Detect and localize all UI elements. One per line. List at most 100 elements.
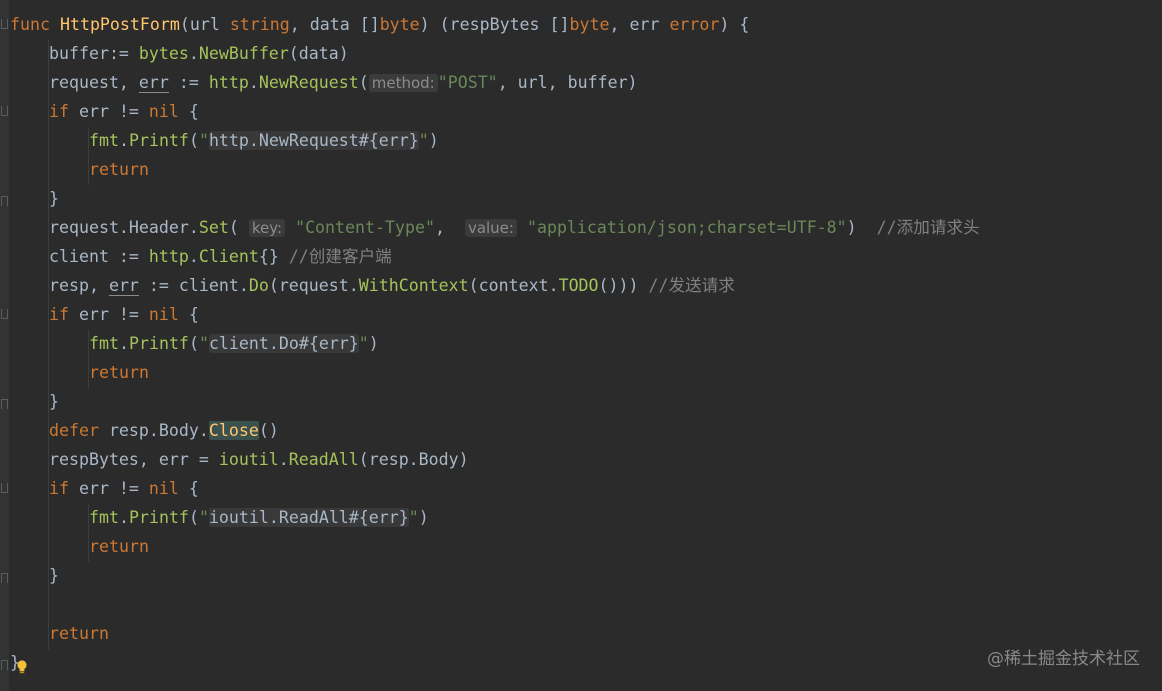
- code-text: .: [278, 450, 289, 469]
- package-name: http: [208, 73, 249, 92]
- code-line-20[interactable]: }: [49, 561, 59, 590]
- fold-marker[interactable]: [1, 660, 8, 670]
- code-text: buffer:=: [49, 44, 139, 63]
- fold-marker[interactable]: [1, 399, 8, 409]
- keyword: return: [89, 537, 149, 556]
- function-call: Printf: [128, 508, 189, 527]
- code-text: err !=: [68, 102, 149, 121]
- function-call: NewRequest: [258, 73, 359, 92]
- code-text: .: [188, 44, 199, 63]
- code-text: {: [178, 305, 199, 324]
- variable-err: err: [138, 73, 169, 93]
- code-line-6[interactable]: return: [89, 155, 149, 184]
- function-call: ReadAll: [288, 450, 359, 469]
- template-string: client.Do#{err}: [208, 334, 359, 353]
- code-editor[interactable]: func HttpPostForm(url string, data []byt…: [0, 0, 1162, 691]
- code-line-12[interactable]: fmt.Printf("client.Do#{err}"): [89, 329, 379, 358]
- string-quote: ": [198, 334, 209, 353]
- fold-marker[interactable]: [1, 106, 8, 116]
- package-name: fmt: [89, 131, 119, 150]
- code-text: ): [428, 131, 439, 150]
- keyword: defer: [49, 421, 99, 440]
- code-text: , url, buffer): [497, 73, 638, 92]
- code-text: ) {: [719, 15, 750, 34]
- keyword: func: [10, 15, 50, 34]
- package-name: fmt: [89, 508, 119, 527]
- code-line-2[interactable]: buffer:= bytes.NewBuffer(data): [49, 39, 349, 68]
- package-name: ioutil: [218, 450, 279, 469]
- code-line-9[interactable]: client := http.Client{} //创建客户端: [49, 242, 392, 271]
- function-call: Set: [198, 218, 229, 237]
- code-text: .: [248, 73, 259, 92]
- code-text: (: [228, 218, 239, 237]
- code-text: .: [118, 508, 129, 527]
- type-name: byte: [379, 15, 420, 34]
- keyword: if: [49, 305, 69, 324]
- keyword: nil: [148, 479, 179, 498]
- function-call: NewBuffer: [198, 44, 289, 63]
- code-line-5[interactable]: fmt.Printf("http.NewRequest#{err}"): [89, 126, 439, 155]
- code-line-14[interactable]: }: [49, 387, 59, 416]
- fold-marker[interactable]: [1, 483, 8, 493]
- code-text: {: [178, 479, 199, 498]
- type-name: error: [669, 15, 720, 34]
- code-line-8[interactable]: request.Header.Set( key: "Content-Type",…: [49, 213, 980, 242]
- code-comment: //创建客户端: [288, 247, 392, 266]
- code-line-22[interactable]: return: [49, 619, 109, 648]
- keyword: return: [89, 160, 149, 179]
- function-call: TODO: [558, 276, 599, 295]
- code-text: := client.: [138, 276, 249, 295]
- code-text: (): [258, 421, 279, 440]
- keyword: if: [49, 479, 69, 498]
- parameter-hint: method:: [368, 74, 438, 92]
- package-name: http: [148, 247, 189, 266]
- code-text: .: [118, 131, 129, 150]
- keyword: if: [49, 102, 69, 121]
- code-text: (: [188, 334, 199, 353]
- type-name: byte: [569, 15, 610, 34]
- code-text: client :=: [49, 247, 149, 266]
- string-literal: "Content-Type": [295, 218, 435, 237]
- code-text: (resp.Body): [358, 450, 469, 469]
- code-text: ())): [598, 276, 649, 295]
- code-text: (: [188, 131, 199, 150]
- indent-guide: [48, 40, 49, 650]
- code-text: {}: [258, 247, 289, 266]
- code-line-16[interactable]: respBytes, err = ioutil.ReadAll(resp.Bod…: [49, 445, 469, 474]
- fold-marker[interactable]: [1, 573, 8, 583]
- code-line-17[interactable]: if err != nil {: [49, 474, 199, 503]
- keyword: return: [89, 363, 149, 382]
- code-text: (data): [288, 44, 349, 63]
- code-text: (context.: [468, 276, 559, 295]
- lightbulb-icon[interactable]: [16, 660, 28, 674]
- fold-marker[interactable]: [1, 309, 8, 319]
- code-line-10[interactable]: resp, err := client.Do(request.WithConte…: [49, 271, 735, 300]
- string-literal: "POST": [437, 73, 498, 92]
- code-line-3[interactable]: request, err := http.NewRequest(method: "…: [49, 68, 638, 97]
- code-line-7[interactable]: }: [49, 184, 59, 213]
- code-text: ): [418, 508, 429, 527]
- fold-marker[interactable]: [1, 19, 8, 29]
- parameter-hint: value:: [464, 219, 517, 237]
- fold-marker[interactable]: [1, 196, 8, 206]
- code-text: ): [846, 218, 857, 237]
- code-text: ) (respBytes []: [419, 15, 570, 34]
- string-quote: ": [358, 334, 369, 353]
- code-text: (: [358, 73, 369, 92]
- code-text: }: [49, 189, 59, 208]
- code-text: err !=: [68, 479, 149, 498]
- function-call: WithContext: [358, 276, 469, 295]
- function-name: HttpPostForm: [59, 15, 180, 34]
- keyword: nil: [148, 305, 179, 324]
- code-line-19[interactable]: return: [89, 532, 149, 561]
- watermark: @稀土掘金技术社区: [987, 649, 1140, 669]
- template-string: ioutil.ReadAll#{err}: [208, 508, 409, 527]
- code-text: respBytes, err =: [49, 450, 219, 469]
- code-text: request,: [49, 73, 139, 92]
- code-line-1[interactable]: func HttpPostForm(url string, data []byt…: [10, 10, 749, 39]
- code-line-13[interactable]: return: [89, 358, 149, 387]
- code-line-11[interactable]: if err != nil {: [49, 300, 199, 329]
- code-line-18[interactable]: fmt.Printf("ioutil.ReadAll#{err}"): [89, 503, 429, 532]
- code-line-15[interactable]: defer resp.Body.Close(): [49, 416, 279, 445]
- code-line-4[interactable]: if err != nil {: [49, 97, 199, 126]
